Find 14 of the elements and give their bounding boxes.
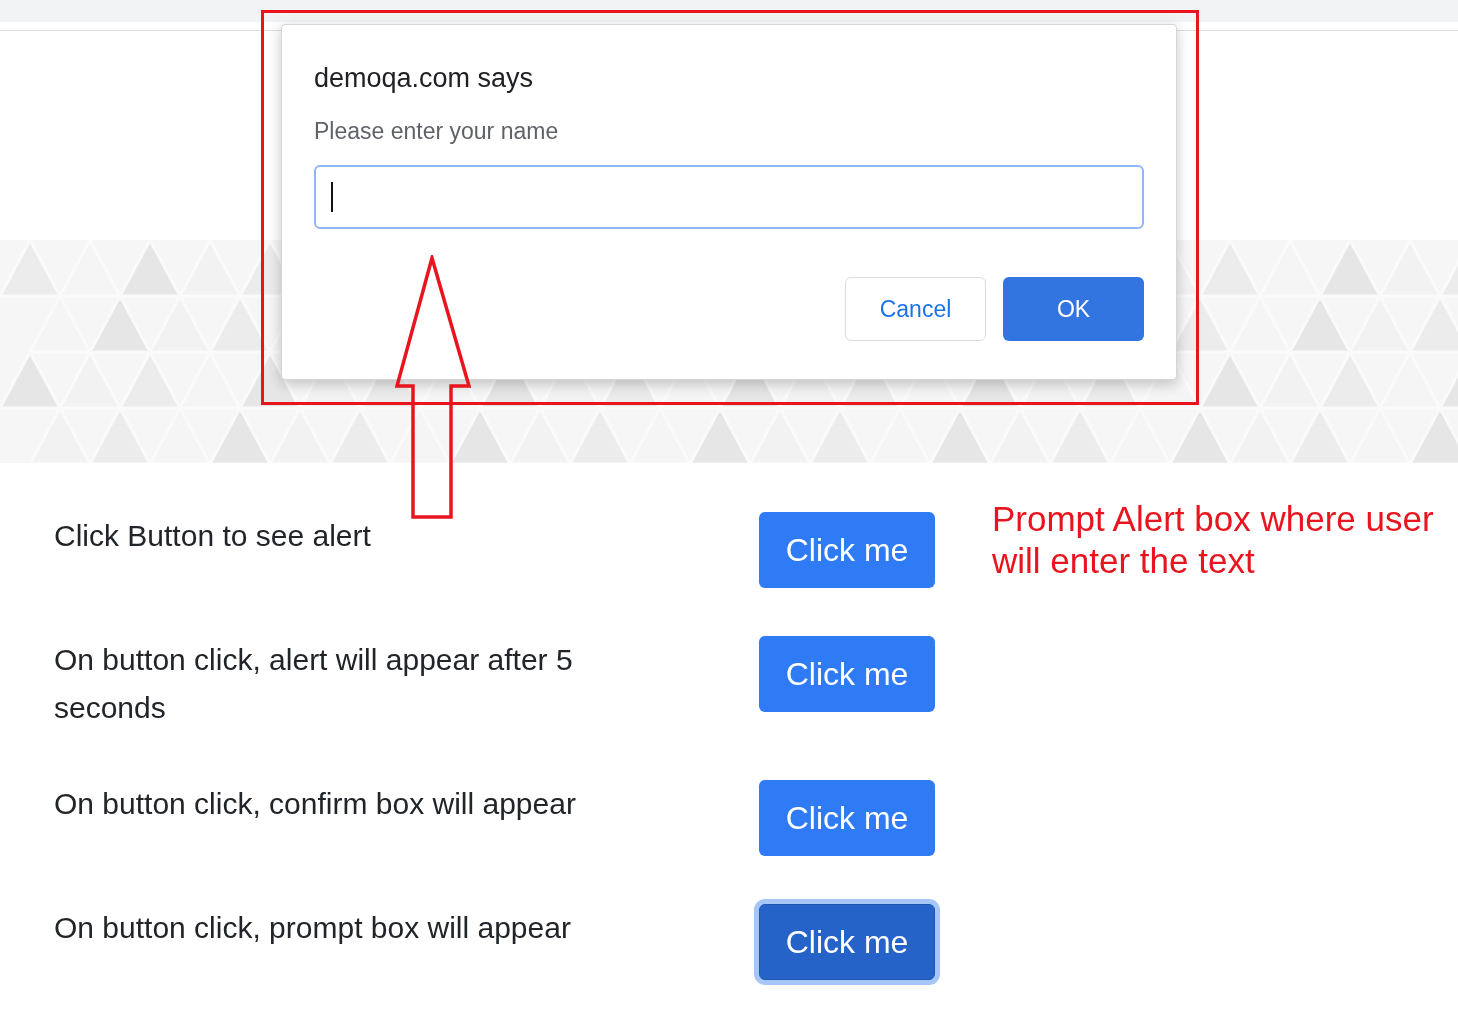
- input-field[interactable]: [314, 165, 1144, 229]
- annotation-text: Prompt Alert box where user will enter the text: [992, 498, 1435, 582]
- dialog-title: demoqa.com says: [314, 62, 535, 95]
- instruction-text: Click Button to see alert: [54, 518, 372, 554]
- cancel-button[interactable]: Cancel: [845, 277, 986, 341]
- dialog-message: Please enter your name: [314, 117, 560, 146]
- ok-button[interactable]: OK: [1003, 277, 1144, 341]
- click-me-button[interactable]: Click me: [759, 780, 935, 856]
- text-cursor: [331, 182, 333, 212]
- instruction-text: On button click, prompt box will appear: [54, 910, 572, 946]
- instruction-text: On button click, alert will appear after 5 seconds: [54, 642, 574, 726]
- click-me-button[interactable]: Click me: [759, 636, 935, 712]
- instruction-text: On button click, confirm box will appear: [54, 786, 577, 822]
- click-me-button[interactable]: Click me: [759, 512, 935, 588]
